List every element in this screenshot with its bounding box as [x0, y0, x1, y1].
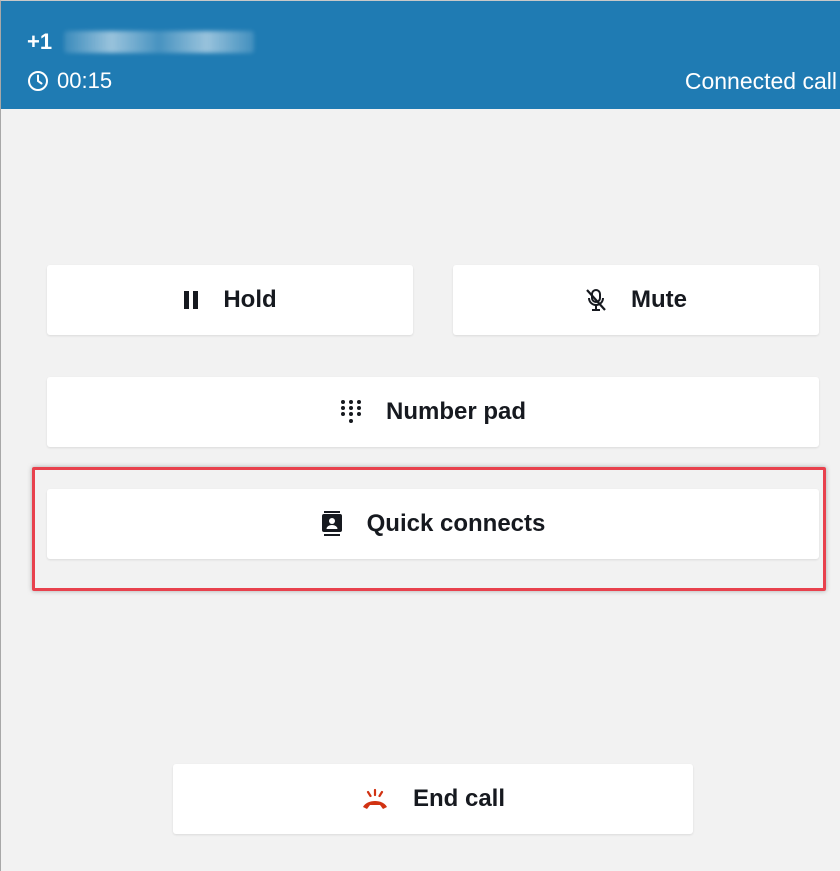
hold-button[interactable]: Hold [47, 265, 413, 335]
end-call-button[interactable]: End call [173, 764, 693, 834]
hangup-phone-icon [361, 788, 389, 810]
number-pad-button[interactable]: Number pad [47, 377, 819, 447]
call-status: Connected call [684, 68, 837, 94]
quick-connects-label: Quick connects [366, 510, 546, 537]
contact-card-icon [321, 511, 343, 537]
call-timer: 00:15 [27, 67, 112, 95]
ccp-call-panel: +1 00:15 Connected call Hold Mute Number… [0, 0, 840, 871]
pause-icon [183, 290, 199, 310]
clock-icon [27, 70, 49, 92]
mute-label: Mute [631, 286, 687, 313]
redacted-phone-number [64, 31, 255, 53]
mute-button[interactable]: Mute [453, 265, 819, 335]
dialpad-icon [340, 399, 362, 425]
quick-connects-button[interactable]: Quick connects [47, 489, 819, 559]
hold-label: Hold [223, 286, 277, 313]
phone-country-code: +1 [27, 29, 53, 54]
caller-number: +1 [27, 27, 255, 57]
call-header: +1 00:15 Connected call [1, 1, 840, 109]
end-call-label: End call [412, 785, 506, 812]
number-pad-label: Number pad [385, 398, 526, 425]
call-duration: 00:15 [57, 68, 113, 93]
microphone-muted-icon [585, 288, 607, 312]
